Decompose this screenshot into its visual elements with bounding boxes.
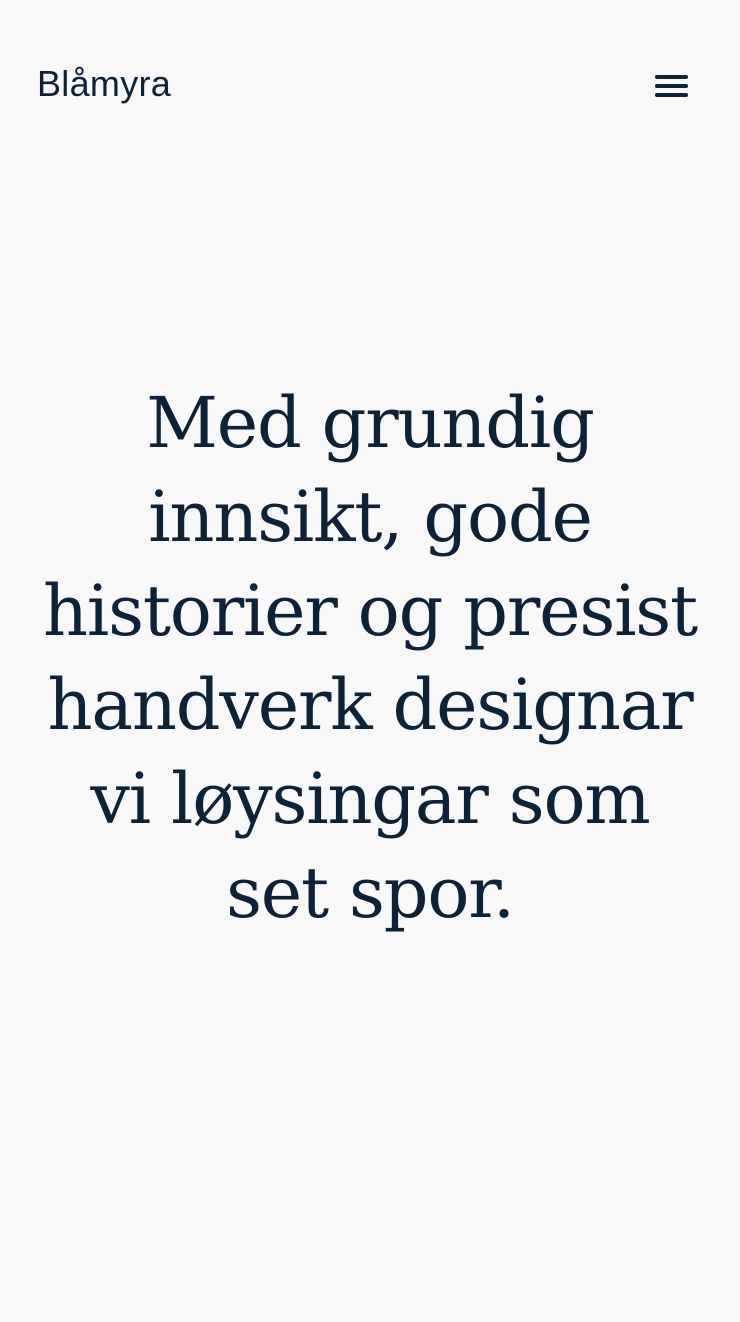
hero-headline: Med grundig innsikt, gode historier og p… [43,382,698,934]
site-header: Blåmyra [0,0,740,170]
site-logo[interactable]: Blåmyra [37,62,171,106]
menu-button[interactable] [645,60,697,112]
hamburger-menu-icon [645,60,697,112]
